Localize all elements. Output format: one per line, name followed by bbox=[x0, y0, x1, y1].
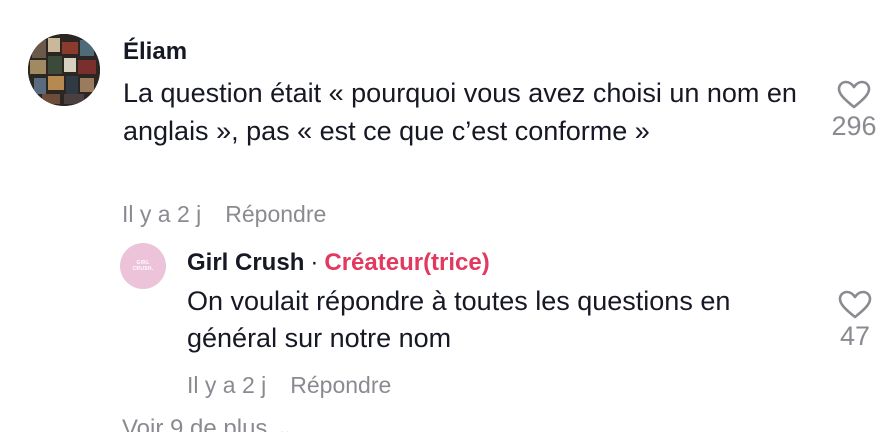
user-avatar[interactable] bbox=[28, 34, 100, 106]
comment-text: La question était « pourquoi vous avez c… bbox=[123, 78, 797, 146]
reply-text: On voulait répondre à toutes les questio… bbox=[187, 286, 731, 353]
creator-badge: Créateur(trice) bbox=[324, 249, 490, 276]
comment-thread: Éliam La question était « pourquoi vous … bbox=[0, 0, 896, 432]
heart-icon bbox=[838, 290, 872, 319]
chevron-down-icon: ⌄ bbox=[277, 420, 293, 432]
reply-reply-button[interactable]: Répondre bbox=[290, 372, 391, 398]
reply-username[interactable]: Girl Crush bbox=[187, 249, 304, 276]
reply-avatar[interactable]: GIRL CRUSH. bbox=[120, 243, 166, 289]
reply-avatar-text-2: CRUSH. bbox=[132, 266, 154, 272]
reply-time: Il y a 2 j bbox=[187, 372, 267, 398]
reply-like-button[interactable]: 47 bbox=[825, 290, 885, 352]
reply-meta: Il y a 2 j Répondre bbox=[187, 371, 391, 399]
comment-like-button[interactable]: 296 bbox=[822, 80, 886, 142]
comment-like-count: 296 bbox=[831, 111, 877, 141]
comment-reply-button[interactable]: Répondre bbox=[225, 201, 326, 227]
comment-time: Il y a 2 j bbox=[122, 201, 202, 227]
comment-meta: Il y a 2 j Répondre bbox=[122, 200, 326, 228]
heart-icon bbox=[837, 80, 871, 109]
view-more-label: Voir 9 de plus bbox=[122, 415, 268, 432]
reply-like-count: 47 bbox=[839, 321, 871, 351]
view-more-replies-button[interactable]: Voir 9 de plus ⌄ bbox=[122, 414, 293, 432]
collage-avatar-image bbox=[28, 34, 100, 106]
comment-username[interactable]: Éliam bbox=[123, 37, 187, 67]
reply-separator: · bbox=[310, 249, 319, 276]
reply-header: Girl Crush · Créateur(trice) bbox=[187, 248, 490, 278]
